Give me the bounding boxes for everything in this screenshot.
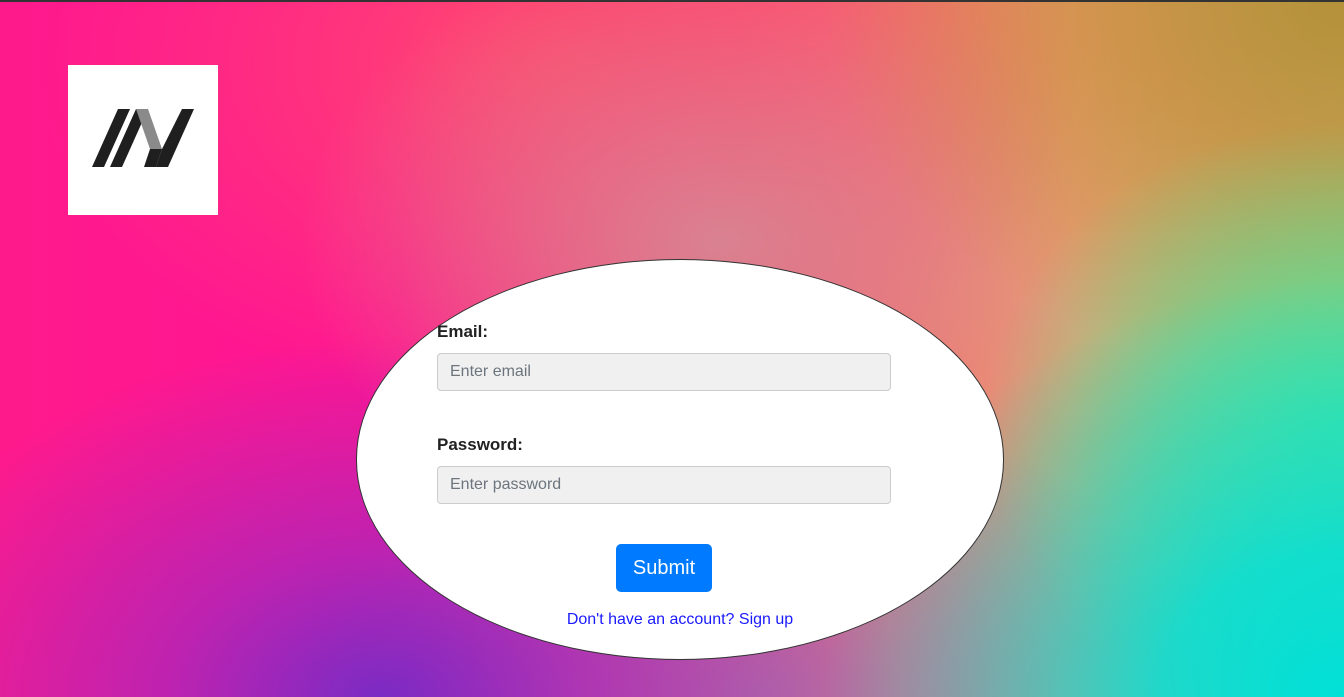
password-input[interactable] bbox=[437, 466, 891, 504]
page-background: Email: Password: Submit Don't have an ac… bbox=[0, 0, 1344, 697]
signup-link[interactable]: Don't have an account? Sign up bbox=[357, 611, 1003, 629]
email-label: Email: bbox=[437, 322, 489, 341]
login-form-card: Email: Password: Submit Don't have an ac… bbox=[356, 259, 1004, 660]
password-label: Password: bbox=[437, 435, 523, 454]
brand-logo-icon bbox=[92, 109, 194, 167]
submit-button[interactable]: Submit bbox=[616, 544, 712, 592]
email-input[interactable] bbox=[437, 353, 891, 391]
logo-container bbox=[68, 65, 218, 215]
